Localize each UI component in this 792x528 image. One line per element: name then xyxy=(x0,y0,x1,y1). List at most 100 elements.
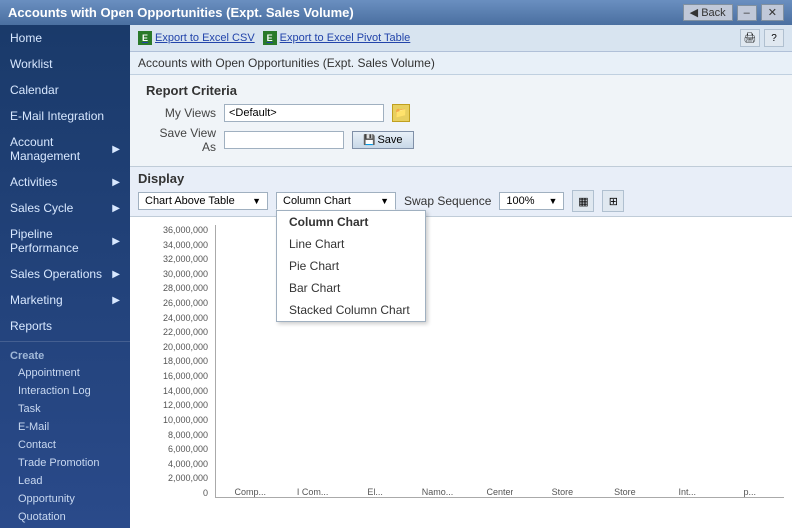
chart-type-select[interactable]: Column Chart ▼ xyxy=(276,192,396,210)
bar-group-5: Center xyxy=(476,485,524,497)
page-title-bar: Accounts with Open Opportunities (Expt. … xyxy=(8,5,354,20)
chart-position-select[interactable]: Chart Above Table ▼ xyxy=(138,192,268,210)
chevron-down-icon: ▼ xyxy=(252,196,261,206)
chevron-down-icon: ▼ xyxy=(380,196,389,206)
bar-group-8: Int... xyxy=(663,485,711,497)
chevron-right-icon: ▶ xyxy=(112,269,120,280)
filter-icon: ▦ xyxy=(578,195,588,208)
menu-item-line-chart[interactable]: Line Chart xyxy=(277,233,425,255)
create-opportunity[interactable]: Opportunity xyxy=(0,490,130,508)
chevron-right-icon: ▶ xyxy=(112,236,120,247)
sidebar-item-activities[interactable]: Activities ▶ xyxy=(0,169,130,195)
bar-group-2: I Com... xyxy=(288,485,336,497)
chevron-right-icon: ▶ xyxy=(112,177,120,188)
bar-label-9: p... xyxy=(743,487,756,497)
report-criteria-heading: Report Criteria xyxy=(146,83,776,98)
save-view-button[interactable]: 💾 Save xyxy=(352,131,414,149)
chart-type-dropdown[interactable]: Column Chart ▼ Column Chart Line Chart P… xyxy=(276,192,396,210)
bar-label-8: Int... xyxy=(679,487,697,497)
display-section: Display Chart Above Table ▼ Column Chart xyxy=(130,166,792,217)
save-view-input[interactable] xyxy=(224,131,344,149)
sidebar-item-email[interactable]: E-Mail Integration xyxy=(0,103,130,129)
menu-item-column-chart[interactable]: Column Chart xyxy=(277,211,425,233)
excel-pivot-icon: E xyxy=(263,31,277,45)
menu-item-bar-chart[interactable]: Bar Chart xyxy=(277,277,425,299)
main-content: E Export to Excel CSV E Export to Excel … xyxy=(130,25,792,528)
sidebar-item-marketing[interactable]: Marketing ▶ xyxy=(0,287,130,313)
zoom-select[interactable]: 100% ▼ xyxy=(499,192,564,210)
chevron-right-icon: ▶ xyxy=(112,144,120,155)
create-contact[interactable]: Contact xyxy=(0,436,130,454)
bar-label-4: Namo... xyxy=(422,487,454,497)
bar-group-9: p... xyxy=(726,485,774,497)
bar-label-3: El... xyxy=(367,487,383,497)
sidebar-item-reports[interactable]: Reports xyxy=(0,313,130,339)
bar-label-5: Center xyxy=(486,487,513,497)
swap-sequence-label: Swap Sequence xyxy=(404,194,491,208)
my-views-select[interactable]: <Default> xyxy=(224,104,384,122)
content-toolbar: E Export to Excel CSV E Export to Excel … xyxy=(130,25,792,52)
header-icon-group: 🖨 ? xyxy=(740,29,784,47)
bar-group-1: Comp... xyxy=(226,485,274,497)
sidebar: Home Worklist Calendar E-Mail Integratio… xyxy=(0,25,130,528)
expand-icon: ⊞ xyxy=(609,195,618,208)
create-email[interactable]: E-Mail xyxy=(0,418,130,436)
title-bar-controls: ◀ Back – ✕ xyxy=(683,4,784,21)
my-views-row: My Views <Default> 📁 xyxy=(146,104,776,122)
back-button[interactable]: ◀ Back xyxy=(683,4,733,21)
sidebar-item-worklist[interactable]: Worklist xyxy=(0,51,130,77)
export-actions: E Export to Excel CSV E Export to Excel … xyxy=(138,31,410,45)
minimize-button[interactable]: – xyxy=(737,5,757,21)
chevron-right-icon: ▶ xyxy=(112,295,120,306)
folder-icon: 📁 xyxy=(395,108,407,119)
browse-views-button[interactable]: 📁 xyxy=(392,104,410,122)
title-bar: Accounts with Open Opportunities (Expt. … xyxy=(0,0,792,25)
bar-group-3: El... xyxy=(351,485,399,497)
sidebar-item-sales-ops[interactable]: Sales Operations ▶ xyxy=(0,261,130,287)
bar-label-6: Store xyxy=(552,487,574,497)
save-view-label: Save View As xyxy=(146,126,216,154)
filter-button[interactable]: ▦ xyxy=(572,190,594,212)
chevron-right-icon: ▶ xyxy=(112,203,120,214)
sidebar-item-calendar[interactable]: Calendar xyxy=(0,77,130,103)
help-icon: ? xyxy=(771,33,777,44)
y-axis: 36,000,000 34,000,000 32,000,000 30,000,… xyxy=(138,225,208,498)
create-section-label: Create xyxy=(0,344,130,364)
sidebar-item-sales-cycle[interactable]: Sales Cycle ▶ xyxy=(0,195,130,221)
sidebar-item-pipeline[interactable]: Pipeline Performance ▶ xyxy=(0,221,130,261)
bar-label-2: I Com... xyxy=(297,487,329,497)
bar-label-7: Store xyxy=(614,487,636,497)
create-task[interactable]: Task xyxy=(0,400,130,418)
bar-group-6: Store xyxy=(538,485,586,497)
save-view-row: Save View As 💾 Save xyxy=(146,126,776,154)
create-appointment[interactable]: Appointment xyxy=(0,364,130,382)
sidebar-item-home[interactable]: Home xyxy=(0,25,130,51)
my-views-label: My Views xyxy=(146,106,216,120)
sidebar-divider xyxy=(0,341,130,342)
display-toolbar: Chart Above Table ▼ Column Chart ▼ Colum… xyxy=(138,190,784,212)
page-subtitle: Accounts with Open Opportunities (Expt. … xyxy=(130,52,792,75)
export-pivot-button[interactable]: E Export to Excel Pivot Table xyxy=(263,31,411,45)
create-interaction-log[interactable]: Interaction Log xyxy=(0,382,130,400)
help-button[interactable]: ? xyxy=(764,29,784,47)
expand-button[interactable]: ⊞ xyxy=(602,190,624,212)
bar-group-4: Namo... xyxy=(413,485,461,497)
create-lead[interactable]: Lead xyxy=(0,472,130,490)
chart-position-dropdown[interactable]: Chart Above Table ▼ xyxy=(138,192,268,210)
print-button[interactable]: 🖨 xyxy=(740,29,760,47)
export-csv-button[interactable]: E Export to Excel CSV xyxy=(138,31,255,45)
close-button[interactable]: ✕ xyxy=(761,4,784,21)
sidebar-item-account-management[interactable]: Account Management ▶ xyxy=(0,129,130,169)
menu-item-pie-chart[interactable]: Pie Chart xyxy=(277,255,425,277)
bar-label-1: Comp... xyxy=(234,487,266,497)
create-quotation[interactable]: Quotation xyxy=(0,508,130,526)
display-heading: Display xyxy=(138,171,784,186)
excel-csv-icon: E xyxy=(138,31,152,45)
chart-area: 36,000,000 34,000,000 32,000,000 30,000,… xyxy=(130,217,792,528)
print-icon: 🖨 xyxy=(744,33,757,44)
create-trade-promotion[interactable]: Trade Promotion xyxy=(0,454,130,472)
report-criteria-section: Report Criteria My Views <Default> 📁 Sav… xyxy=(130,75,792,166)
chart-type-menu: Column Chart Line Chart Pie Chart Bar Ch… xyxy=(276,210,426,322)
menu-item-stacked-chart[interactable]: Stacked Column Chart xyxy=(277,299,425,321)
bar-group-7: Store xyxy=(601,485,649,497)
